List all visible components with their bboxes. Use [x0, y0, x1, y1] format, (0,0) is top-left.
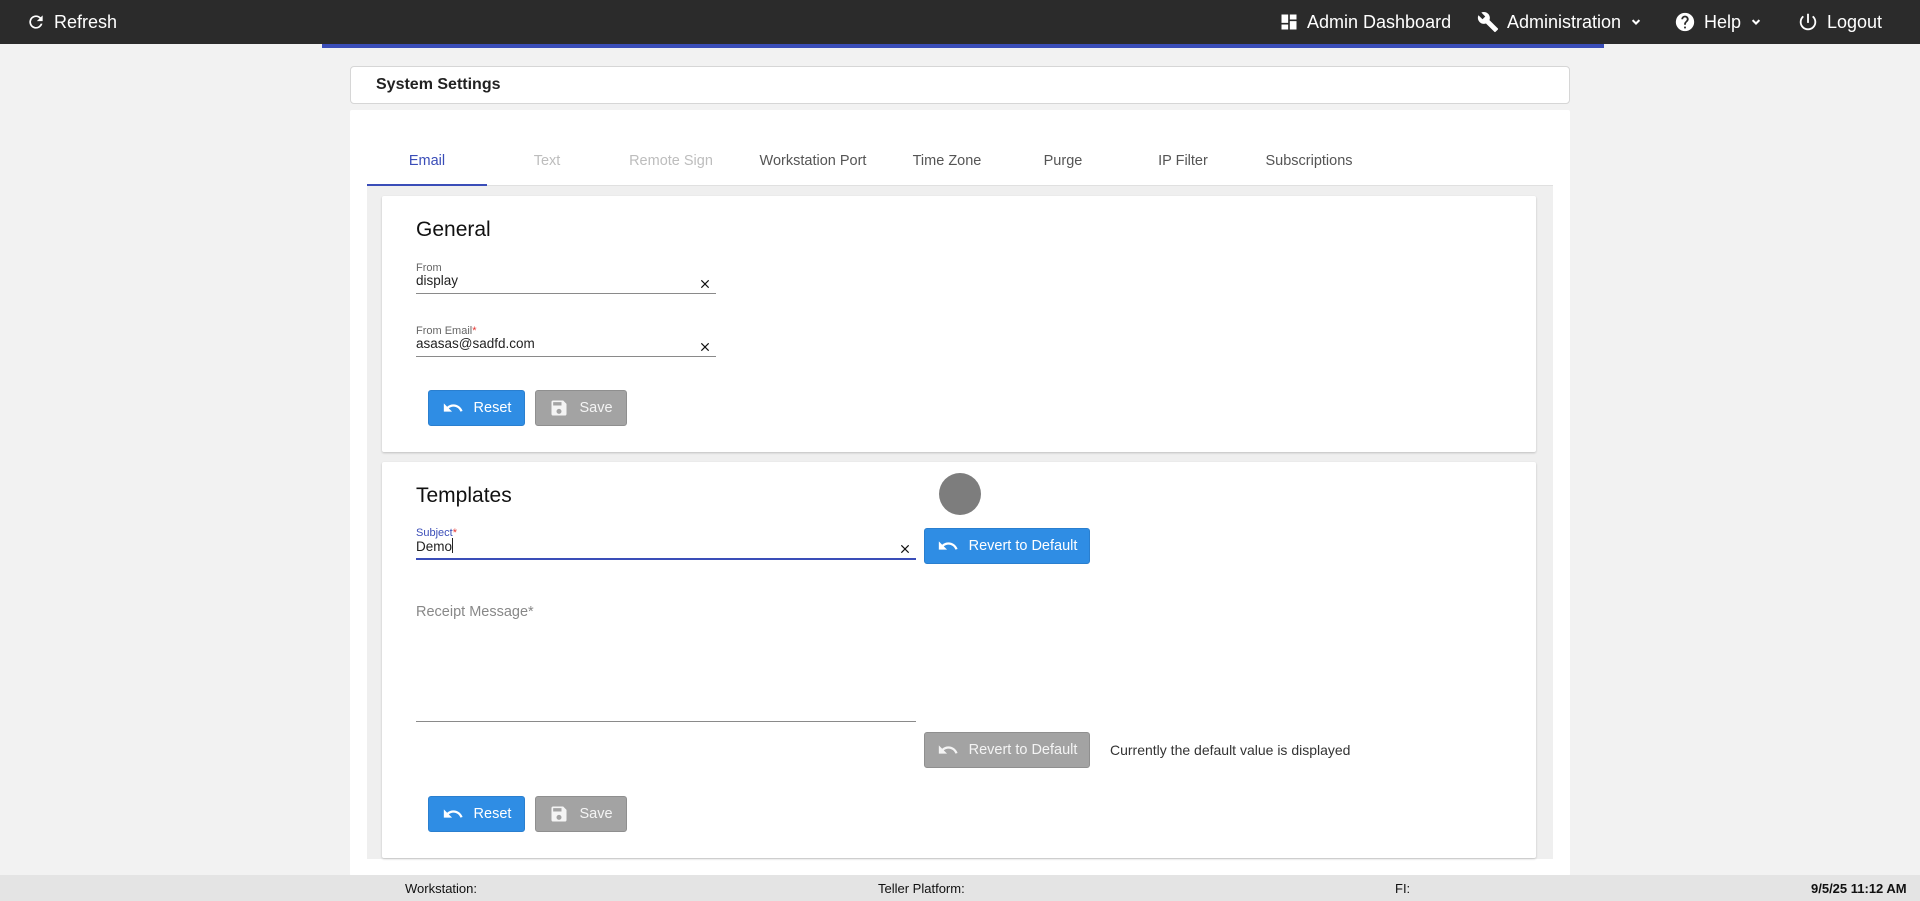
subject-value: Demo — [416, 538, 454, 554]
timestamp: 9/5/25 11:12 AM — [1811, 881, 1907, 896]
save-label: Save — [579, 400, 613, 416]
tab-time-zone[interactable]: Time Zone — [891, 135, 1003, 186]
refresh-label: Refresh — [54, 11, 118, 32]
logout-button[interactable]: Logout — [1797, 0, 1882, 44]
tab-label: Purge — [1043, 152, 1083, 169]
from-email-value: asasas@sadfd.com — [416, 336, 535, 351]
tab-label: Workstation Port — [759, 152, 867, 169]
tab-workstation-port[interactable]: Workstation Port — [735, 135, 891, 186]
help-label: Help — [1704, 11, 1742, 32]
templates-panel: Templates Subject* Demo Revert to Defaul… — [382, 462, 1536, 858]
tab-text[interactable]: Text — [487, 135, 607, 186]
close-icon[interactable] — [898, 542, 912, 556]
subject-field[interactable]: Subject* Demo — [416, 527, 916, 560]
templates-reset-button[interactable]: Reset — [428, 796, 525, 832]
general-reset-button[interactable]: Reset — [428, 390, 525, 426]
reset-label: Reset — [473, 806, 512, 822]
wrench-icon — [1477, 12, 1499, 33]
help-menu[interactable]: Help — [1674, 0, 1763, 44]
tab-label: Email — [408, 152, 446, 169]
fi-label: FI: — [1395, 881, 1411, 896]
revert-label: Revert to Default — [968, 742, 1078, 758]
accent-bar — [322, 44, 1604, 48]
page-title: System Settings — [376, 76, 501, 93]
teller-platform-label: Teller Platform: — [878, 881, 965, 896]
from-email-field[interactable]: From Email* asasas@sadfd.com — [416, 325, 716, 357]
from-value: display — [416, 273, 459, 288]
revert-label: Revert to Default — [968, 538, 1078, 554]
subject-revert-button[interactable]: Revert to Default — [924, 528, 1090, 564]
close-icon[interactable] — [698, 340, 712, 354]
logout-label: Logout — [1827, 11, 1883, 32]
undo-icon — [443, 809, 463, 818]
general-save-button[interactable]: Save — [535, 390, 627, 426]
chevron-down-icon — [1631, 19, 1641, 25]
templates-title: Templates — [416, 484, 512, 507]
chevron-down-icon — [1751, 19, 1761, 25]
tab-label: Remote Sign — [629, 152, 713, 169]
power-icon — [1799, 13, 1817, 31]
tab-purge[interactable]: Purge — [1003, 135, 1123, 186]
tab-subscriptions[interactable]: Subscriptions — [1243, 135, 1375, 186]
admin-dashboard-link[interactable]: Admin Dashboard — [1279, 0, 1451, 44]
floppy-disk-icon — [551, 400, 567, 416]
admin-dashboard-label: Admin Dashboard — [1307, 11, 1452, 32]
reset-label: Reset — [473, 400, 512, 416]
page-title-card: System Settings — [350, 66, 1570, 104]
administration-label: Administration — [1507, 11, 1622, 32]
refresh-icon — [29, 15, 43, 29]
templates-save-button[interactable]: Save — [535, 796, 627, 832]
close-icon[interactable] — [698, 277, 712, 291]
tab-label: IP Filter — [1158, 152, 1208, 169]
workstation-label: Workstation: — [405, 881, 478, 896]
tab-remote-sign[interactable]: Remote Sign — [607, 135, 735, 186]
undo-icon — [938, 541, 958, 550]
tab-label: Text — [533, 152, 561, 169]
default-value-note: Currently the default value is displayed — [1110, 742, 1351, 758]
dashboard-icon — [1281, 14, 1297, 30]
field-underline — [416, 356, 716, 357]
tab-content: General From display From Email* asasas@… — [367, 186, 1553, 859]
tab-label: Subscriptions — [1265, 152, 1353, 169]
receipt-message-label: Receipt Message* — [416, 604, 534, 620]
field-underline — [416, 721, 916, 722]
undo-icon — [443, 403, 463, 412]
cursor-indicator — [939, 473, 981, 515]
general-title: General — [416, 218, 491, 241]
undo-icon — [938, 745, 958, 754]
settings-tabs: Email Text Remote Sign Workstation Port … — [367, 135, 1553, 187]
general-panel: General From display From Email* asasas@… — [382, 196, 1536, 452]
field-underline — [416, 558, 916, 560]
refresh-button[interactable]: Refresh — [26, 0, 117, 44]
status-footer: Workstation: Teller Platform: FI: 9/5/25… — [0, 875, 1920, 901]
tab-email[interactable]: Email — [367, 135, 487, 187]
floppy-disk-icon — [551, 806, 567, 822]
receipt-message-textarea[interactable] — [416, 626, 916, 722]
tab-ip-filter[interactable]: IP Filter — [1123, 135, 1243, 186]
tab-label: Time Zone — [912, 152, 982, 169]
help-circle-icon — [1675, 12, 1695, 32]
save-label: Save — [579, 806, 613, 822]
top-navigation-bar: Refresh Admin Dashboard Administration H… — [0, 0, 1920, 48]
administration-menu[interactable]: Administration — [1477, 0, 1643, 44]
receipt-revert-button[interactable]: Revert to Default — [924, 732, 1090, 768]
from-field[interactable]: From display — [416, 262, 716, 294]
field-underline — [416, 293, 716, 294]
